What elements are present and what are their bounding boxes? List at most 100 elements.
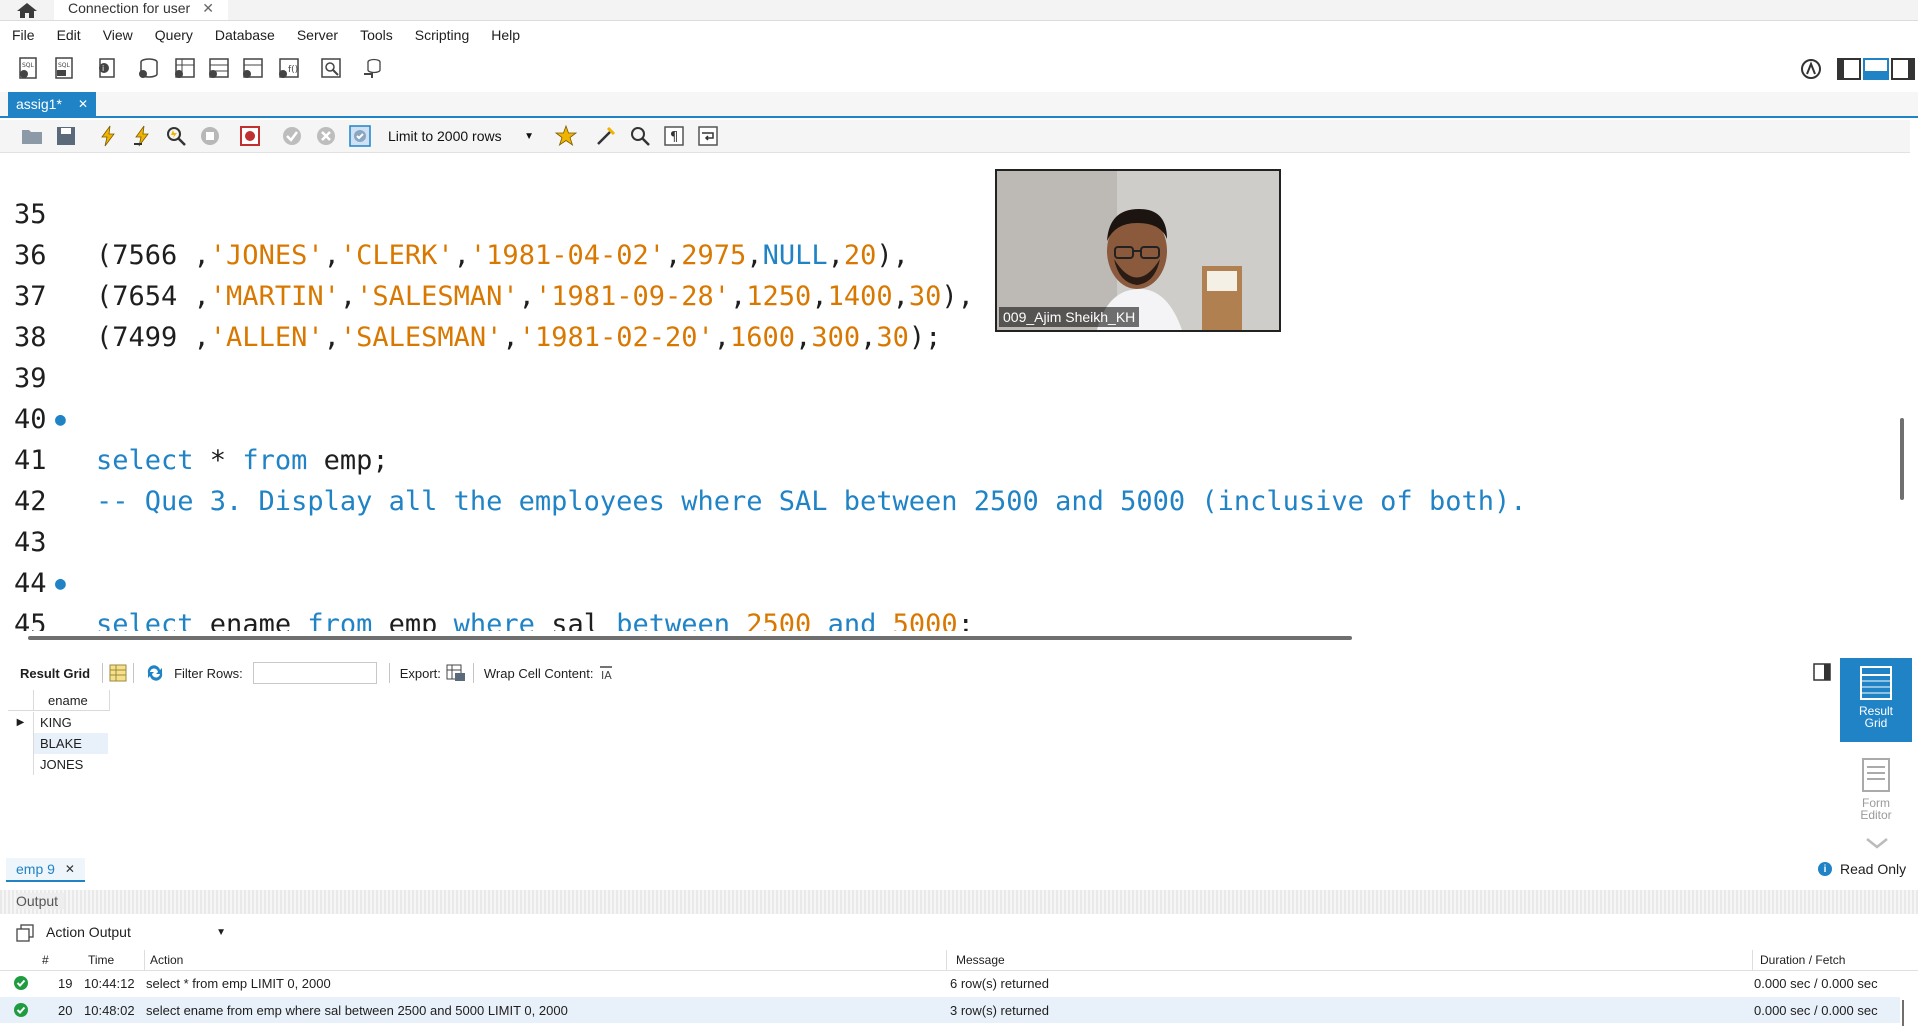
wrap-cell-icon[interactable]: IA [597, 664, 615, 682]
invisible-chars-icon[interactable]: ¶ [662, 124, 686, 148]
create-function-icon[interactable]: f() [276, 55, 302, 81]
autocommit-icon[interactable] [348, 124, 372, 148]
tab-emp-9[interactable]: emp 9 ✕ [6, 858, 85, 882]
search-table-data-icon[interactable] [318, 55, 344, 81]
menu-database[interactable]: Database [204, 27, 286, 43]
code-line: 42 [0, 440, 1900, 517]
limit-rows-select[interactable]: Limit to 2000 rows ▼ [388, 126, 538, 146]
panel-layout-icon[interactable] [1836, 56, 1916, 82]
row-message: 3 row(s) returned [950, 1002, 1049, 1018]
grid-cell[interactable]: JONES [34, 754, 108, 775]
vertical-scrollbar[interactable] [1900, 418, 1904, 500]
toggle-side-panel-icon[interactable] [1812, 662, 1832, 682]
table-row[interactable]: ▶ KING [8, 712, 108, 733]
explain-icon[interactable] [164, 124, 188, 148]
sql-editor[interactable]: 35 (7566 ,'JONES','CLERK','1981-04-02',2… [0, 153, 1904, 631]
create-table-icon[interactable] [172, 55, 198, 81]
open-sql-script-icon[interactable]: SQL [52, 55, 78, 81]
stop-icon[interactable] [198, 124, 222, 148]
table-row[interactable]: BLAKE [8, 733, 108, 754]
video-participant-tile: 009_Ajim Sheikh_KH [995, 169, 1281, 332]
output-scrollbar[interactable] [1902, 1000, 1904, 1026]
create-schema-icon[interactable] [136, 55, 162, 81]
col-header-duration: Duration / Fetch [1760, 953, 1846, 967]
chevron-down-icon: ▼ [524, 130, 534, 142]
grid-view-icon[interactable] [109, 664, 127, 682]
add-snippet-icon[interactable] [554, 124, 578, 148]
execute-current-icon[interactable] [130, 124, 154, 148]
divider [133, 663, 135, 683]
copy-icon[interactable] [16, 924, 34, 942]
result-grid-button[interactable]: Result Grid [1840, 658, 1912, 742]
new-sql-tab-icon[interactable]: SQL [16, 55, 42, 81]
execute-lightning-icon[interactable] [96, 124, 120, 148]
output-mode-select[interactable]: Action Output ▼ [46, 922, 226, 942]
toggle-error-stop-icon[interactable] [238, 124, 262, 148]
menu-file[interactable]: File [0, 27, 46, 43]
code-line: 37 (7499 ,'ALLEN','SALESMAN','1981-02-20… [0, 235, 1900, 353]
beautify-icon[interactable] [594, 124, 618, 148]
info-icon: i [1818, 862, 1832, 876]
col-header-num: # [42, 953, 49, 967]
create-procedure-icon[interactable] [240, 55, 266, 81]
refresh-icon[interactable] [144, 664, 166, 682]
wrap-lines-icon[interactable] [696, 124, 720, 148]
home-icon[interactable] [14, 1, 40, 19]
menu-edit[interactable]: Edit [46, 27, 92, 43]
inspector-icon[interactable]: i [94, 55, 120, 81]
tab-assig1[interactable]: assig1* ✕ [8, 92, 96, 116]
filter-rows-input[interactable] [252, 662, 377, 684]
connection-tab-strip: Connection for user ✕ [0, 0, 1918, 21]
close-icon[interactable]: ✕ [202, 0, 214, 16]
menu-query[interactable]: Query [144, 27, 204, 43]
success-check-icon [14, 976, 28, 990]
svg-text:f(): f() [288, 65, 298, 75]
table-row[interactable]: 19 10:44:12 select * from emp LIMIT 0, 2… [0, 970, 1900, 996]
open-folder-icon[interactable] [20, 124, 44, 148]
rollback-icon[interactable] [314, 124, 338, 148]
row-num: 19 [58, 975, 73, 991]
svg-text:i: i [102, 64, 104, 73]
code-line: 39 ● select * from emp; [0, 317, 1900, 476]
menu-server[interactable]: Server [286, 27, 349, 43]
chevron-down-icon: ▼ [216, 926, 226, 938]
reconnect-icon[interactable] [360, 55, 386, 81]
wrap-cell-label: Wrap Cell Content: [483, 665, 594, 681]
horizontal-scrollbar[interactable] [28, 636, 1352, 640]
connection-tab-label: Connection for user [68, 0, 191, 16]
table-row[interactable]: JONES [8, 754, 108, 775]
menu-scripting[interactable]: Scripting [404, 27, 480, 43]
grid-cell[interactable]: BLAKE [34, 733, 108, 754]
output-title: Output [16, 893, 65, 909]
create-view-icon[interactable] [206, 55, 232, 81]
column-header-ename[interactable]: ename [34, 690, 110, 711]
connection-tab[interactable]: Connection for user ✕ [54, 0, 228, 20]
find-icon[interactable] [628, 124, 652, 148]
menu-view[interactable]: View [92, 27, 144, 43]
account-icon[interactable] [1798, 56, 1824, 82]
main-toolbar: SQL SQL i f() [0, 52, 1918, 86]
menu-help[interactable]: Help [480, 27, 531, 43]
result-tab-label: emp 9 [16, 861, 55, 877]
close-icon[interactable]: ✕ [78, 97, 88, 111]
divider [102, 663, 104, 683]
save-icon[interactable] [54, 124, 78, 148]
col-header-time: Time [88, 953, 115, 967]
column-divider [144, 950, 145, 970]
close-icon[interactable]: ✕ [65, 862, 75, 876]
form-editor-button[interactable]: Form Editor [1840, 750, 1912, 834]
current-row-icon: ▶ [8, 712, 34, 733]
chevron-down-icon[interactable] [1864, 836, 1890, 850]
menu-bar: File Edit View Query Database Server Too… [0, 22, 1918, 48]
export-icon[interactable] [445, 663, 467, 683]
menu-tools[interactable]: Tools [349, 27, 404, 43]
grid-cell[interactable]: KING [34, 712, 108, 733]
table-row[interactable]: 20 10:48:02 select ename from emp where … [0, 997, 1900, 1023]
divider [472, 663, 474, 683]
code-line: 44 [0, 522, 1900, 599]
row-duration: 0.000 sec / 0.000 sec [1754, 975, 1878, 991]
svg-text:IA: IA [601, 669, 612, 682]
read-only-label: Read Only [1840, 861, 1907, 877]
commit-icon[interactable] [280, 124, 304, 148]
svg-text:SQL: SQL [22, 62, 35, 69]
